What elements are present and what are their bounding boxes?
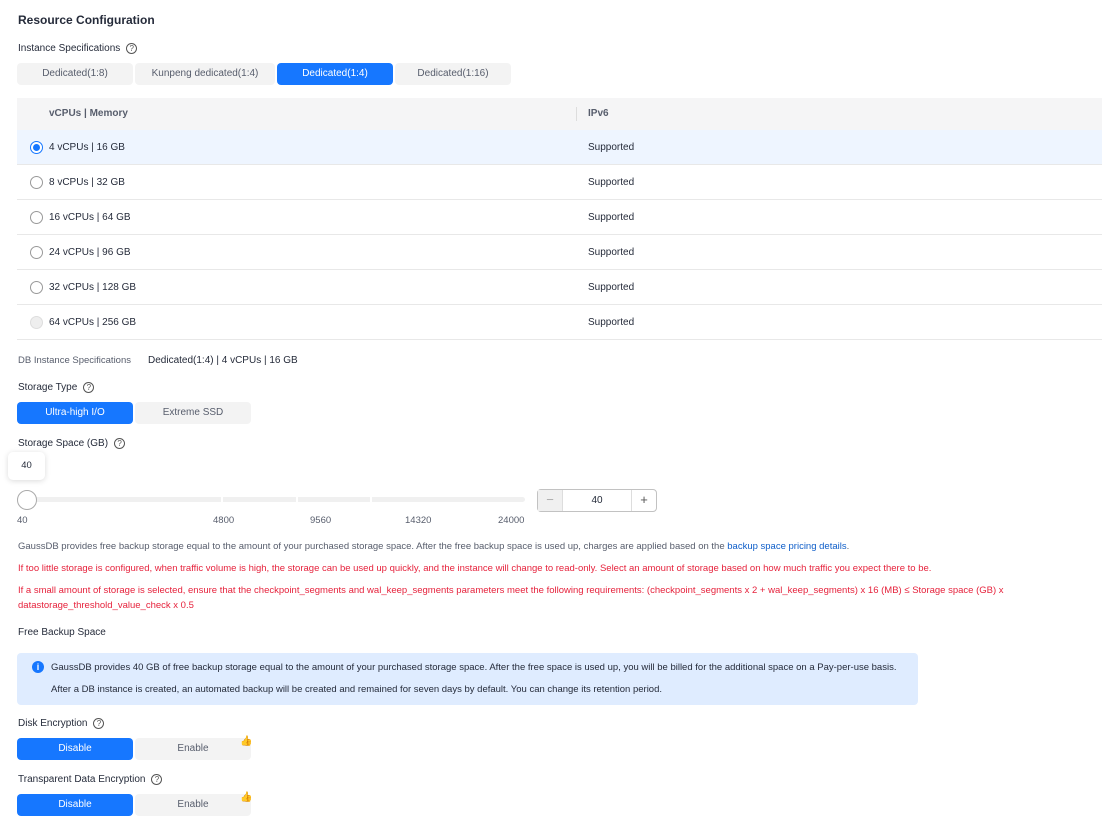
- section-title: Resource Configuration: [18, 13, 155, 27]
- tde-label: Transparent Data Encryption?: [18, 774, 163, 786]
- table-row[interactable]: 16 vCPUs | 64 GB Supported: [17, 200, 1102, 235]
- ipv6-cell: Supported: [588, 177, 635, 188]
- free-backup-line-1: GaussDB provides 40 GB of free backup st…: [51, 662, 897, 673]
- slider-label: 14320: [405, 515, 432, 526]
- help-icon[interactable]: ?: [83, 382, 95, 393]
- free-backup-info-box: i GaussDB provides 40 GB of free backup …: [17, 653, 918, 705]
- slider-tick: [370, 497, 372, 502]
- disk-encryption-label: Disk Encryption?: [18, 718, 105, 730]
- storage-warning-1: If too little storage is configured, whe…: [18, 563, 932, 574]
- header-vcpus-memory: vCPUs | Memory: [49, 108, 128, 119]
- help-icon[interactable]: ?: [114, 438, 126, 449]
- table-row[interactable]: 4 vCPUs | 16 GB Supported: [17, 130, 1102, 165]
- column-divider: [576, 107, 577, 121]
- storage-input[interactable]: 40: [563, 490, 631, 511]
- recommended-thumbs-up-icon: 👍: [240, 736, 253, 747]
- spec-cell: 64 vCPUs | 256 GB: [49, 317, 137, 328]
- slider-label: 4800: [213, 515, 235, 526]
- radio-button[interactable]: [30, 211, 43, 224]
- table-row[interactable]: 8 vCPUs | 32 GB Supported: [17, 165, 1102, 200]
- slider-tick: [296, 497, 298, 502]
- slider-label: 9560: [310, 515, 332, 526]
- instance-spec-label: Instance Specifications?: [18, 43, 138, 55]
- storage-stepper: − 40 +: [537, 489, 657, 512]
- ipv6-cell: Supported: [588, 142, 635, 153]
- db-spec-value: Dedicated(1:4) | 4 vCPUs | 16 GB: [148, 355, 298, 366]
- spec-cell: 32 vCPUs | 128 GB: [49, 282, 137, 293]
- radio-button-disabled: [30, 316, 43, 329]
- spec-table: vCPUs | Memory IPv6 4 vCPUs | 16 GB Suppo…: [17, 98, 1102, 340]
- instance-spec-label-text: Instance Specifications: [18, 43, 121, 55]
- tab-dedicated-1-16[interactable]: Dedicated(1:16): [395, 63, 511, 85]
- backup-pricing-link[interactable]: backup space pricing details: [727, 541, 846, 552]
- db-spec-label: DB Instance Specifications: [18, 355, 132, 366]
- storage-ultra-high-io-button[interactable]: Ultra-high I/O: [17, 402, 133, 424]
- tab-kunpeng-dedicated-1-4[interactable]: Kunpeng dedicated(1:4): [135, 63, 275, 85]
- table-row[interactable]: 32 vCPUs | 128 GB Supported: [17, 270, 1102, 305]
- backup-note-text: GaussDB provides free backup storage equ…: [18, 541, 728, 552]
- storage-warning-2: If a small amount of storage is selected…: [18, 585, 1004, 596]
- disk-encryption-label-text: Disk Encryption: [18, 718, 88, 730]
- storage-warning-2-cont: datastorage_threshold_value_check x 0.5: [18, 600, 194, 611]
- increment-button[interactable]: +: [631, 490, 656, 511]
- tde-enable-button[interactable]: Enable: [135, 794, 251, 816]
- help-icon[interactable]: ?: [126, 43, 138, 54]
- storage-space-label-text: Storage Space (GB): [18, 438, 109, 450]
- slider-track[interactable]: [17, 497, 525, 502]
- ipv6-cell: Supported: [588, 212, 635, 223]
- storage-space-label: Storage Space (GB)?: [18, 438, 126, 450]
- slider-tick: [221, 497, 223, 502]
- slider-label: 40: [17, 515, 28, 526]
- free-backup-label: Free Backup Space: [18, 627, 106, 638]
- ipv6-cell: Supported: [588, 282, 635, 293]
- help-icon[interactable]: ?: [151, 774, 163, 785]
- disk-encryption-disable-button[interactable]: Disable: [17, 738, 133, 760]
- slider-tooltip: 40: [8, 452, 45, 480]
- help-icon[interactable]: ?: [93, 718, 105, 729]
- ipv6-cell: Supported: [588, 317, 635, 328]
- decrement-button[interactable]: −: [538, 490, 563, 511]
- table-row: 64 vCPUs | 256 GB Supported: [17, 305, 1102, 340]
- info-icon: i: [32, 661, 44, 673]
- table-header: vCPUs | Memory IPv6: [17, 98, 1102, 130]
- radio-button[interactable]: [30, 281, 43, 294]
- free-backup-line-2: After a DB instance is created, an autom…: [51, 684, 663, 695]
- radio-button[interactable]: [30, 246, 43, 259]
- storage-type-label: Storage Type?: [18, 382, 95, 394]
- table-row[interactable]: 24 vCPUs | 96 GB Supported: [17, 235, 1102, 270]
- tde-disable-button[interactable]: Disable: [17, 794, 133, 816]
- storage-extreme-ssd-button[interactable]: Extreme SSD: [135, 402, 251, 424]
- ipv6-cell: Supported: [588, 247, 635, 258]
- slider-label: 24000: [498, 515, 525, 526]
- tab-dedicated-1-4[interactable]: Dedicated(1:4): [277, 63, 393, 85]
- storage-type-label-text: Storage Type: [18, 382, 78, 394]
- recommended-thumbs-up-icon: 👍: [240, 792, 253, 803]
- spec-cell: 16 vCPUs | 64 GB: [49, 212, 131, 223]
- backup-note-suffix: .: [846, 541, 850, 552]
- backup-note: GaussDB provides free backup storage equ…: [18, 541, 849, 552]
- radio-button[interactable]: [30, 141, 43, 154]
- spec-cell: 24 vCPUs | 96 GB: [49, 247, 131, 258]
- tab-dedicated-1-8[interactable]: Dedicated(1:8): [17, 63, 133, 85]
- header-ipv6: IPv6: [588, 108, 609, 119]
- tde-label-text: Transparent Data Encryption: [18, 774, 146, 786]
- radio-button[interactable]: [30, 176, 43, 189]
- disk-encryption-enable-button[interactable]: Enable: [135, 738, 251, 760]
- spec-cell: 8 vCPUs | 32 GB: [49, 177, 125, 188]
- spec-cell: 4 vCPUs | 16 GB: [49, 142, 125, 153]
- slider-handle[interactable]: [17, 490, 37, 510]
